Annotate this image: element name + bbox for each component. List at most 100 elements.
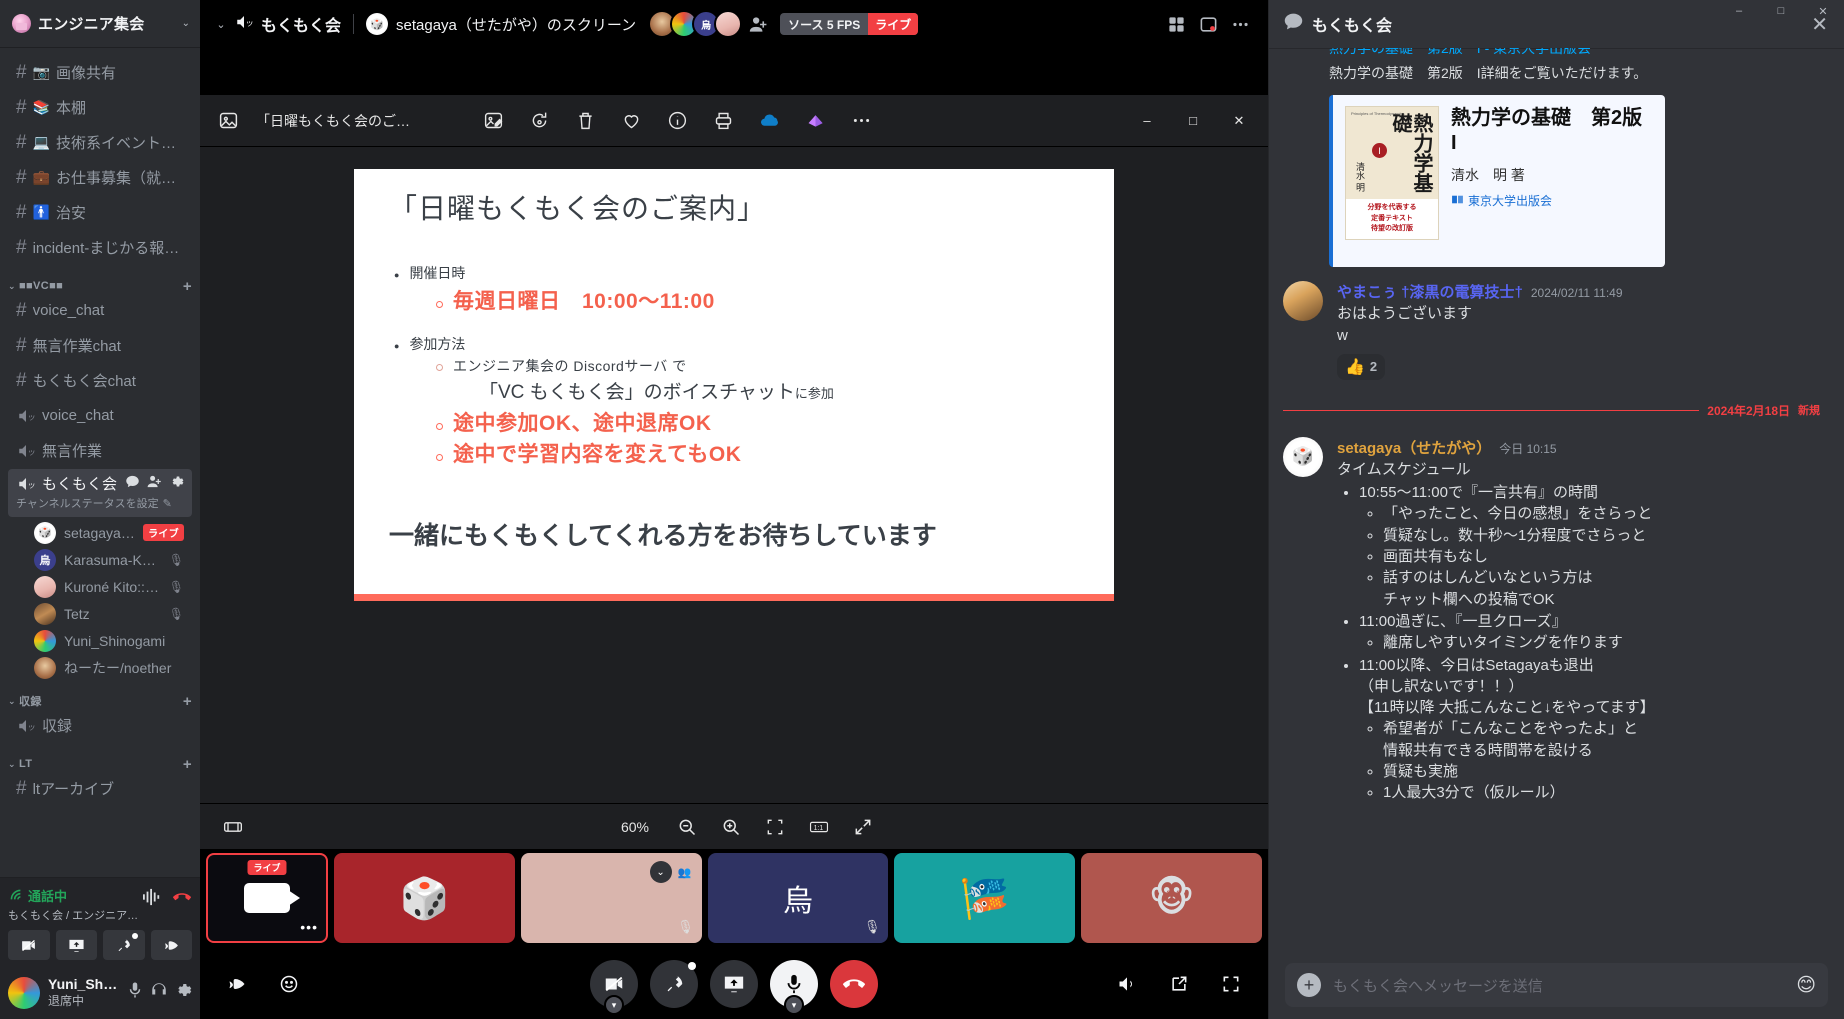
sidebar-vc-text-2[interactable]: # もくもく会chat: [8, 364, 192, 397]
activities-button[interactable]: [650, 960, 698, 1008]
viewer-minimize-button[interactable]: –: [1124, 95, 1170, 147]
headphones-icon[interactable]: [150, 981, 168, 1004]
share-screen-button[interactable]: [55, 930, 97, 960]
designer-icon[interactable]: [796, 103, 834, 139]
vc-member-4[interactable]: Yuni_Shinogami: [8, 627, 192, 654]
minimize-button[interactable]: –: [1718, 0, 1760, 22]
onedrive-icon[interactable]: [750, 103, 788, 139]
message-composer[interactable]: + もくもく会へメッセージを送信 😊: [1285, 963, 1828, 1007]
sidebar-channel-0[interactable]: # 📷 画像共有: [8, 56, 192, 89]
grid-layout-icon[interactable]: [1160, 8, 1192, 40]
add-channel-icon[interactable]: +: [183, 693, 192, 710]
filmstrip-icon[interactable]: [214, 817, 252, 837]
soundboard-button[interactable]: [150, 930, 192, 960]
sidebar-vc-active-mokumoku[interactable]: ッ もくもく会 チャンネルステータスを設定 ✎: [8, 469, 192, 517]
sidebar-vc-text-0[interactable]: # voice_chat: [8, 294, 192, 327]
collapse-chevron-icon[interactable]: ⌄: [208, 18, 234, 31]
print-icon[interactable]: [704, 103, 742, 139]
toggle-camera-button[interactable]: ▾: [590, 960, 638, 1015]
sidebar-channel-5[interactable]: # incident-まじかる報告…: [8, 231, 192, 264]
more-icon[interactable]: [842, 103, 880, 139]
sidebar-channel-lt-archive[interactable]: # ltアーカイブ: [8, 772, 192, 805]
category-recording[interactable]: ⌄ 収録 +: [0, 681, 200, 710]
fullscreen-icon[interactable]: [845, 810, 881, 844]
pencil-icon[interactable]: ✎: [163, 497, 172, 510]
fullscreen-button[interactable]: [1210, 963, 1252, 1005]
emoji-picker-icon[interactable]: 😊: [1796, 974, 1816, 997]
chevron-down-icon[interactable]: ⌄: [649, 861, 672, 883]
mute-microphone-button[interactable]: ▾: [770, 960, 818, 1015]
sidebar-channel-3[interactable]: # 💼 お仕事募集（就職・…: [8, 161, 192, 194]
tile-participant-5[interactable]: 🐵: [1081, 853, 1262, 943]
vc-member-2[interactable]: Kuroné Kito::黒音… 🎙: [8, 573, 192, 600]
disconnect-button[interactable]: [830, 960, 878, 1008]
edit-image-icon[interactable]: [474, 103, 512, 139]
chat-bubble-icon[interactable]: [125, 474, 140, 494]
stream-source-pill[interactable]: ソース 5 FPS ライブ: [780, 13, 919, 35]
rotate-icon[interactable]: [520, 103, 558, 139]
share-screen-button[interactable]: [710, 960, 758, 1008]
tile-screen-share[interactable]: ライブ •••: [206, 853, 328, 943]
add-channel-icon[interactable]: +: [183, 278, 192, 295]
add-channel-icon[interactable]: +: [183, 756, 192, 773]
actual-size-icon[interactable]: 1:1: [801, 810, 837, 844]
category-vc[interactable]: ⌄ ■■VC■■ +: [0, 266, 200, 295]
sidebar-vc-voice-0[interactable]: ッ voice_chat: [8, 399, 192, 432]
signal-bars-icon[interactable]: [141, 888, 163, 911]
zoom-in-icon[interactable]: [713, 810, 749, 844]
delete-icon[interactable]: [566, 103, 604, 139]
embed-book-title[interactable]: 熱力学の基礎 第2版 I: [1451, 106, 1662, 156]
avatar[interactable]: 🎲: [1283, 436, 1323, 477]
message-author[interactable]: やまこぅ †漆黒の電算技士†: [1337, 281, 1523, 302]
vc-member-3[interactable]: Tetz 🎙: [8, 600, 192, 627]
tile-participant-3[interactable]: 烏 🎙: [707, 853, 889, 943]
tile-participant-4[interactable]: 🎏: [894, 853, 1076, 943]
tile-participant-2[interactable]: ⌄ 👥 🎙: [520, 853, 702, 943]
viewer-close-button[interactable]: ✕: [1216, 95, 1262, 147]
embed-link-title[interactable]: 熱力学の基礎 第2版 I - 東京大学出版会: [1329, 48, 1820, 58]
people-icon[interactable]: 👥: [674, 861, 696, 883]
tile-more-icon[interactable]: •••: [300, 919, 318, 935]
camera-off-button[interactable]: [8, 930, 50, 960]
user-settings-gear-icon[interactable]: [174, 981, 192, 1004]
embed-card[interactable]: Principles of Thermodynamics I 熱力学基礎 清水 …: [1329, 95, 1665, 267]
fit-to-window-icon[interactable]: [757, 810, 793, 844]
vc-member-0[interactable]: 🎲 setagaya（せ… ライブ: [8, 519, 192, 546]
popout-chat-icon[interactable]: [1192, 8, 1224, 40]
viewer-maximize-button[interactable]: □: [1170, 95, 1216, 147]
category-lt[interactable]: ⌄ LT +: [0, 744, 200, 773]
sidebar-channel-recording[interactable]: ッ 収録: [8, 709, 192, 742]
invite-user-icon[interactable]: [742, 8, 774, 40]
reaction-thumbsup[interactable]: 👍 2: [1337, 353, 1386, 380]
avatar[interactable]: [1283, 281, 1323, 321]
popout-button[interactable]: [1158, 963, 1200, 1005]
microphone-icon[interactable]: [126, 981, 144, 1004]
message-list[interactable]: 熱力学の基礎 第2版 I - 東京大学出版会 熱力学の基礎 第2版 I詳細をご覧…: [1269, 48, 1844, 955]
vc-member-1[interactable]: 烏 Karasuma-Kuro 🎙: [8, 546, 192, 573]
viewer-facepile[interactable]: 烏: [648, 10, 743, 38]
attach-file-icon[interactable]: +: [1297, 973, 1321, 997]
emoji-button[interactable]: [268, 963, 310, 1005]
sidebar-channel-1[interactable]: # 📚 本棚: [8, 91, 192, 124]
soundboard-button[interactable]: [216, 963, 258, 1005]
zoom-out-icon[interactable]: [669, 810, 705, 844]
avatar[interactable]: [8, 976, 40, 1009]
sidebar-channel-4[interactable]: # 🚹 治安: [8, 196, 192, 229]
chevron-down-icon[interactable]: ⌄: [182, 18, 190, 29]
activities-button[interactable]: [103, 930, 145, 960]
sidebar-vc-voice-1[interactable]: ッ 無言作業: [8, 434, 192, 467]
add-member-icon[interactable]: [147, 474, 162, 494]
sidebar-vc-text-1[interactable]: # 無言作業chat: [8, 329, 192, 362]
settings-gear-icon[interactable]: [169, 474, 184, 494]
tile-participant-1[interactable]: 🎲: [334, 853, 515, 943]
camera-options-chevron[interactable]: ▾: [604, 995, 624, 1015]
close-window-button[interactable]: ✕: [1802, 0, 1844, 22]
maximize-button[interactable]: □: [1760, 0, 1802, 22]
disconnect-call-icon[interactable]: [172, 888, 192, 911]
message-input-placeholder[interactable]: もくもく会へメッセージを送信: [1333, 975, 1784, 996]
sidebar-channel-2[interactable]: # 💻 技術系イベント宣伝: [8, 126, 192, 159]
guild-header[interactable]: エンジニア集会 ⌄: [0, 0, 200, 48]
favorite-heart-icon[interactable]: [612, 103, 650, 139]
vc-member-5[interactable]: ねーたー/noether: [8, 654, 192, 681]
more-options-icon[interactable]: [1224, 8, 1256, 40]
